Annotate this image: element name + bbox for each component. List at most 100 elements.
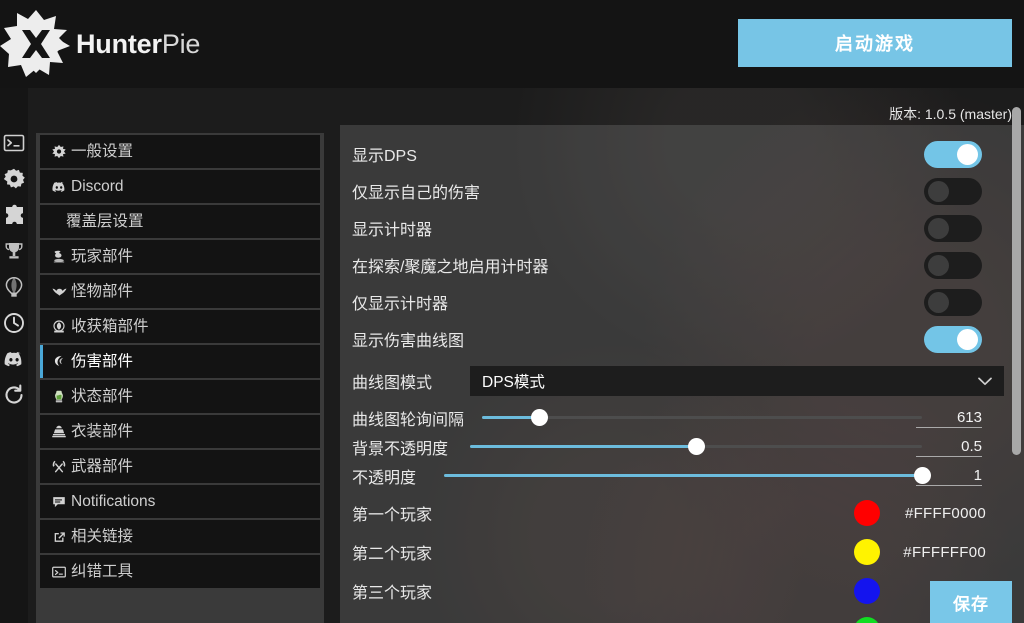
gear-icon[interactable]	[3, 168, 25, 190]
sidebar-item-label: 怪物部件	[71, 282, 134, 300]
player-icon	[50, 249, 68, 265]
slider-value[interactable]: 613	[916, 409, 982, 428]
harvest-box-icon	[50, 319, 68, 335]
sidebar-item-2[interactable]: 覆盖层设置	[40, 205, 320, 238]
setting-row-toggle: 显示伤害曲线图	[352, 324, 1004, 354]
sidebar-item-4[interactable]: 怪物部件	[40, 275, 320, 308]
sidebar-item-label: 收获箱部件	[71, 317, 149, 335]
sidebar-item-label: 相关链接	[71, 527, 134, 545]
debug-console-icon	[50, 564, 68, 580]
setting-row-color: 第一个玩家 #FFFF0000	[352, 498, 1004, 528]
setting-label: 背景不透明度	[352, 441, 449, 458]
slider-fill	[470, 445, 696, 448]
slider-thumb[interactable]	[688, 438, 705, 455]
vertical-scrollbar[interactable]	[1012, 107, 1021, 455]
setting-row-toggle: 仅显示自己的伤害	[352, 176, 1004, 206]
setting-row-toggle: 在探索/聚魔之地启用计时器	[352, 250, 1004, 280]
discord-icon	[50, 179, 68, 195]
brand-title-bold: Hunter	[76, 28, 162, 59]
setting-row-slider: 不透明度 1	[352, 461, 1004, 491]
sidebar-item-12[interactable]: 纠错工具	[40, 555, 320, 588]
armor-icon	[50, 424, 68, 440]
balloon-icon[interactable]	[3, 276, 25, 298]
chevron-down-icon	[978, 375, 992, 388]
setting-label: 曲线图模式	[352, 375, 433, 392]
sidebar-item-5[interactable]: 收获箱部件	[40, 310, 320, 343]
setting-label: 显示DPS	[352, 148, 417, 165]
settings-sidebar: 一般设置 Discord 覆盖层设置玩家部件怪物部件收获箱部件伤害部件状态部件衣装部…	[36, 133, 324, 623]
hunterpie-logo-icon	[0, 8, 72, 80]
toggle-knob	[957, 143, 978, 165]
status-icon	[50, 389, 68, 405]
color-swatch[interactable]	[854, 539, 880, 565]
sidebar-item-1[interactable]: Discord	[40, 170, 320, 203]
setting-row-color	[352, 615, 1004, 623]
toggle-knob	[928, 254, 949, 276]
sidebar-item-10[interactable]: Notifications	[40, 485, 320, 518]
sidebar-item-label: 纠错工具	[71, 562, 134, 580]
sidebar-item-3[interactable]: 玩家部件	[40, 240, 320, 273]
setting-label: 第三个玩家	[352, 585, 433, 602]
refresh-icon[interactable]	[3, 384, 25, 406]
brand-title: HunterPie	[76, 29, 200, 60]
setting-label: 第一个玩家	[352, 507, 433, 524]
puzzle-piece-icon[interactable]	[3, 204, 25, 226]
sidebar-item-label: 覆盖层设置	[66, 212, 144, 230]
sidebar-item-label: 伤害部件	[71, 352, 134, 370]
sidebar-item-11[interactable]: 相关链接	[40, 520, 320, 553]
toggle-switch[interactable]	[924, 251, 982, 279]
slider-value[interactable]: 1	[916, 467, 982, 486]
slider-track[interactable]	[482, 416, 922, 419]
graph-mode-dropdown[interactable]: DPS模式	[470, 366, 1004, 396]
setting-row-color: 第二个玩家 #FFFFFF00	[352, 537, 1004, 567]
monster-icon	[50, 284, 68, 300]
toggle-knob	[928, 180, 949, 202]
setting-label: 仅显示自己的伤害	[352, 185, 481, 202]
settings-panel: 显示DPS 仅显示自己的伤害 显示计时器 在探索/聚魔之地启用计时器 仅显示计时器 显示伤…	[340, 125, 1024, 623]
setting-row-toggle: 显示计时器	[352, 213, 1004, 243]
color-hex-value[interactable]: #FFFF0000	[905, 505, 986, 522]
toggle-switch[interactable]	[924, 140, 982, 168]
discord-icon[interactable]	[3, 348, 25, 370]
dropdown-selected-value: DPS模式	[482, 374, 545, 391]
trophy-icon[interactable]	[3, 240, 25, 262]
sidebar-item-9[interactable]: 武器部件	[40, 450, 320, 483]
launch-game-button[interactable]: 启动游戏	[738, 19, 1012, 67]
sidebar-item-label: 玩家部件	[71, 247, 134, 265]
sidebar-item-0[interactable]: 一般设置	[40, 135, 320, 168]
toggle-knob	[957, 328, 978, 350]
color-swatch[interactable]	[854, 617, 880, 623]
color-swatch[interactable]	[854, 578, 880, 604]
sidebar-item-6[interactable]: 伤害部件	[40, 345, 320, 378]
save-button[interactable]: 保存	[930, 581, 1012, 623]
toggle-switch[interactable]	[924, 214, 982, 242]
toggle-switch[interactable]	[924, 177, 982, 205]
icon-rail	[0, 88, 28, 623]
toggle-switch[interactable]	[924, 288, 982, 316]
slider-thumb[interactable]	[531, 409, 548, 426]
toggle-switch[interactable]	[924, 325, 982, 353]
brand-area: HunterPie	[0, 6, 200, 82]
setting-row-color: 第三个玩家#FF	[352, 576, 1004, 606]
sidebar-item-7[interactable]: 状态部件	[40, 380, 320, 413]
clock-icon[interactable]	[3, 312, 25, 334]
terminal-icon[interactable]	[3, 132, 25, 154]
sidebar-item-label: Notifications	[71, 492, 156, 510]
notification-icon	[50, 494, 68, 510]
toggle-knob	[928, 217, 949, 239]
sidebar-item-label: 衣装部件	[71, 422, 134, 440]
hunterpie-app-window: HunterPie 启动游戏 版本: 1.0.5 (master) 一般设置 D…	[0, 0, 1024, 623]
sidebar-item-label: 武器部件	[71, 457, 134, 475]
setting-label: 曲线图轮询间隔	[352, 412, 465, 429]
setting-label: 显示伤害曲线图	[352, 333, 465, 350]
slider-value[interactable]: 0.5	[916, 438, 982, 457]
color-hex-value[interactable]: #FFFFFF00	[903, 544, 986, 561]
color-swatch[interactable]	[854, 500, 880, 526]
sidebar-item-label: Discord	[71, 177, 124, 195]
setting-row-dropdown: 曲线图模式 DPS模式	[352, 366, 1004, 396]
setting-row-slider: 曲线图轮询间隔 613	[352, 403, 1004, 433]
setting-label: 显示计时器	[352, 222, 433, 239]
version-label: 版本: 1.0.5 (master)	[889, 106, 1012, 122]
sidebar-item-8[interactable]: 衣装部件	[40, 415, 320, 448]
setting-label: 在探索/聚魔之地启用计时器	[352, 259, 549, 276]
